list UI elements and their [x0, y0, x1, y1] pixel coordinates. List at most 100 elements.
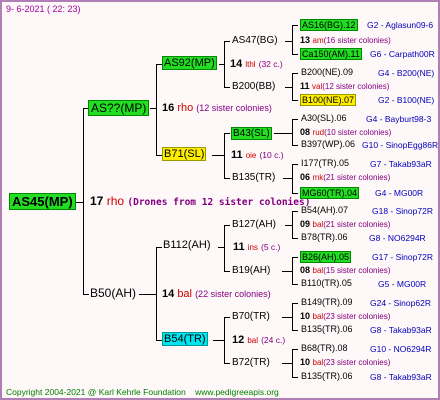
gen4-info-9: G18 - Sinop72R	[372, 206, 433, 216]
gen2-node-b[interactable]: B71(SL)	[162, 147, 207, 161]
gen3-node-c1[interactable]: B127(AH)	[231, 219, 277, 230]
gen4-info-16: G8 - Takab93aR	[370, 372, 432, 382]
gen2-count-a: 14 lthl (32 c.)	[230, 58, 283, 70]
gen4-info-3: G4 - B200(NE)	[378, 68, 435, 78]
connector	[75, 202, 83, 203]
gen4-node-11[interactable]: B26(AH).05	[300, 251, 352, 263]
gen2-node-a[interactable]: AS92(MP)	[162, 56, 217, 70]
dam-count: 14 bal (22 sister colonies)	[162, 288, 271, 300]
queen-drone-count: 17 rho (Drones from 12 sister colonies)	[90, 194, 311, 208]
connector	[224, 363, 230, 364]
connector	[292, 211, 293, 238]
gen4-info-2: G6 - Carpath00R	[370, 49, 435, 59]
gen4-node-10[interactable]: B78(TR).06	[300, 232, 349, 242]
footer: Copyright 2004-2021 @ Karl Kehrle Founda…	[6, 387, 279, 397]
gen2-node-c[interactable]: B112(AH)	[162, 239, 211, 251]
connector	[292, 377, 298, 378]
connector	[292, 25, 298, 26]
gen4-info-13: G24 - Sinop62R	[370, 298, 431, 308]
gen4-info-1: G2 - Aglasun09-6	[367, 20, 434, 30]
gen4-node-16[interactable]: B135(TR).06	[300, 371, 354, 381]
connector	[285, 225, 292, 226]
gen3-node-a2[interactable]: B200(BB)	[231, 81, 276, 92]
gen3-node-d2[interactable]: B72(TR)	[231, 357, 271, 368]
connector	[292, 349, 293, 377]
connector	[292, 284, 298, 285]
connector	[139, 294, 156, 295]
gen3-count-d1: 10 bal(23 sister colonies)	[300, 311, 391, 321]
connector	[292, 303, 298, 304]
connector	[292, 119, 293, 145]
connector	[212, 155, 224, 156]
gen4-node-7[interactable]: I177(TR).05	[300, 158, 350, 168]
gen4-info-7: G7 - Takab93aR	[370, 159, 432, 169]
gen4-node-12[interactable]: B110(TR).05	[300, 278, 353, 288]
connector	[224, 178, 230, 179]
gen4-node-6[interactable]: B397(WP).06	[300, 139, 356, 149]
gen3-node-c2[interactable]: B19(AH)	[231, 265, 271, 276]
connector	[285, 41, 292, 42]
connector	[274, 133, 292, 134]
connector	[292, 238, 298, 239]
gen3-count-c2: 08 bal(15 sister colonies)	[300, 265, 391, 275]
gen3-count-c1: 09 bal(21 sister colonies)	[300, 219, 391, 229]
connector	[292, 164, 298, 165]
connector	[224, 225, 225, 271]
gen3-count-a1: 13 am(16 sister colonies)	[300, 35, 391, 45]
gen4-node-3[interactable]: B200(NE).09	[300, 67, 354, 77]
connector	[224, 133, 230, 134]
gen3-node-d1[interactable]: B70(TR)	[231, 311, 271, 322]
site-link[interactable]: www.pedigreeapis.org	[195, 387, 279, 397]
gen2-count-d: 12 bal (24 c.)	[232, 334, 286, 346]
connector	[292, 349, 298, 350]
gen3-node-b2[interactable]: B135(TR)	[231, 172, 276, 183]
gen4-node-1[interactable]: AS16(BG).12	[300, 19, 358, 31]
gen3-count-a2: 11 val(12 sister colonies)	[300, 81, 390, 91]
gen4-info-10: G8 - NO6294R	[369, 233, 426, 243]
connector	[292, 257, 298, 258]
dam-node[interactable]: B50(AH)	[88, 286, 138, 300]
gen3-count-b1: 08 rud(10 sister colonies)	[300, 127, 392, 137]
gen3-node-b1[interactable]: B43(SL)	[231, 127, 272, 140]
gen2-node-d[interactable]: B54(TR)	[162, 332, 208, 346]
connector	[224, 41, 225, 87]
connector	[156, 247, 157, 340]
connector	[292, 100, 298, 101]
connector	[224, 271, 230, 272]
queen-relation: rho	[106, 194, 125, 208]
gen4-node-8[interactable]: MG60(TR).04	[300, 187, 360, 199]
connector	[282, 317, 292, 318]
connector	[292, 145, 298, 146]
gen2-count-b: 11 oie (10 c.)	[231, 149, 284, 161]
gen2-count-c: 11 ins (5 c.)	[233, 241, 281, 253]
connector	[292, 73, 298, 74]
gen4-node-14[interactable]: B135(TR).06	[300, 324, 354, 334]
gen4-node-2[interactable]: Ca150(AM).11	[300, 48, 362, 60]
connector	[285, 87, 292, 88]
connector	[292, 164, 293, 193]
gen4-node-4[interactable]: B100(NE).07	[300, 94, 357, 106]
queen-node[interactable]: AS45(MP)	[9, 193, 76, 210]
gen4-node-15[interactable]: B68(TR).08	[300, 343, 349, 353]
gen4-node-13[interactable]: B149(TR).09	[300, 297, 354, 307]
connector	[283, 178, 292, 179]
gen4-node-9[interactable]: B54(AH).07	[300, 205, 349, 215]
connector	[292, 303, 293, 330]
connector	[282, 363, 292, 364]
queen-drone-info: (Drones from 12 sister colonies)	[127, 197, 311, 208]
connector	[282, 271, 292, 272]
sire-node[interactable]: AS??(MP)	[88, 100, 150, 116]
connector	[224, 225, 230, 226]
connector	[292, 25, 293, 54]
connector	[292, 73, 293, 100]
gen4-node-5[interactable]: A30(SL).06	[300, 113, 348, 123]
copyright-text: Copyright 2004-2021 @ Karl Kehrle Founda…	[6, 387, 186, 397]
connector	[83, 108, 84, 294]
gen4-info-11: G17 - Sinop72R	[372, 252, 433, 262]
connector	[292, 54, 298, 55]
gen4-info-4: G2 - B100(NE)	[378, 95, 435, 105]
gen3-node-a1[interactable]: AS47(BG)	[231, 35, 279, 46]
connector	[224, 317, 225, 363]
gen4-info-12: G5 - MG00R	[378, 279, 427, 289]
connector	[224, 317, 230, 318]
